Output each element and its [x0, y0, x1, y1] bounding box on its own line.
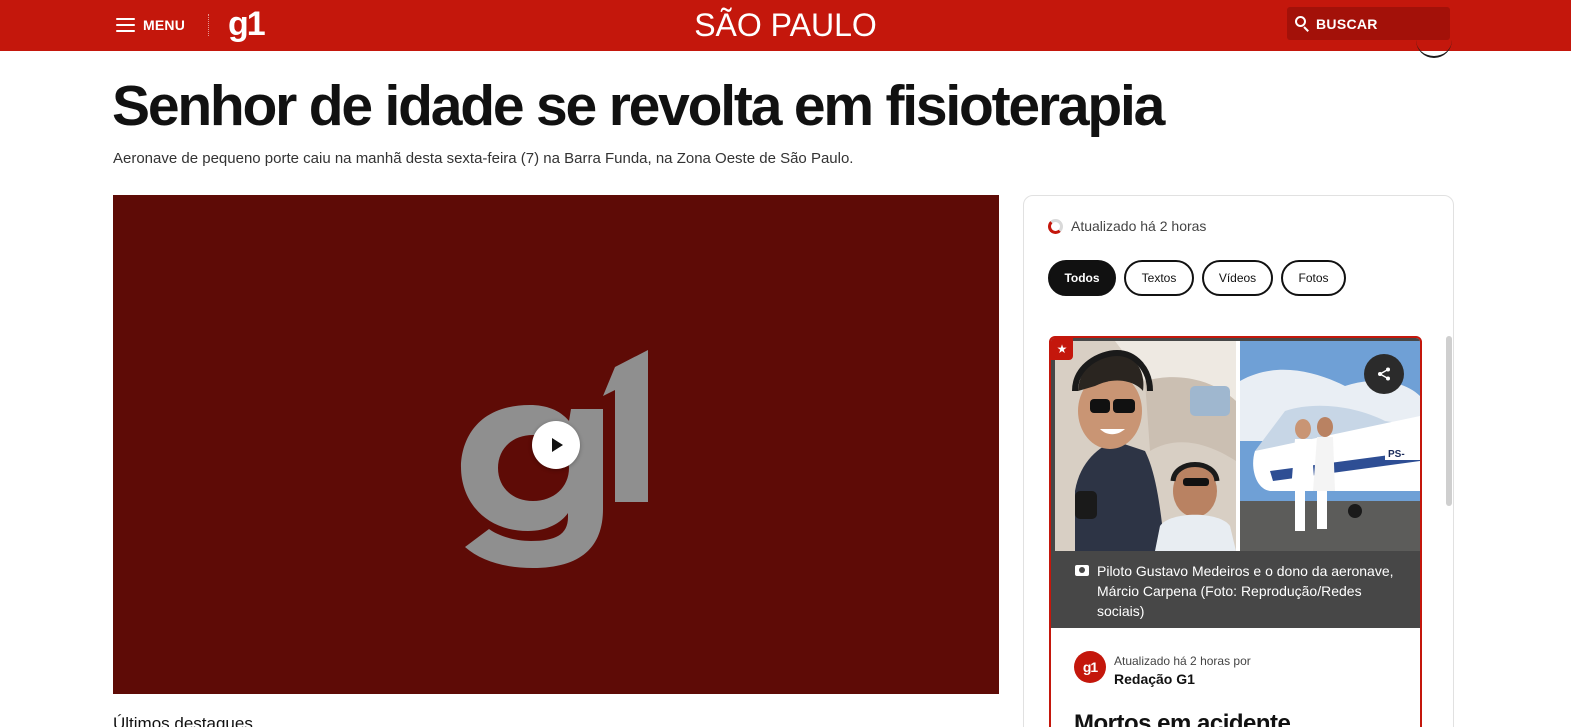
post-media: PS- Piloto Gustavo Medeiros e o dono da …: [1051, 338, 1420, 628]
author-meta: Atualizado há 2 horas por Redação G1: [1114, 651, 1251, 689]
g1-logo[interactable]: g1: [228, 2, 266, 46]
svg-text:PS-: PS-: [1388, 449, 1405, 460]
search-label: BUSCAR: [1316, 15, 1378, 32]
section-title[interactable]: SÃO PAULO: [694, 7, 877, 43]
top-navigation-bar: MENU g1 SÃO PAULO BUSCAR: [0, 0, 1571, 51]
menu-button[interactable]: MENU: [116, 15, 185, 35]
page-title: Senhor de idade se revolta em fisioterap…: [112, 74, 1165, 138]
author-avatar: g1: [1074, 651, 1106, 683]
feed-post: ★ PS- Piloto Gustavo Medeiros e o dono d…: [1049, 336, 1422, 727]
partial-circle-icon: [1416, 30, 1452, 58]
feed-updated-status: Atualizado há 2 horas: [1048, 218, 1206, 234]
hamburger-icon: [116, 18, 135, 32]
latest-highlights-heading: Últimos destaques: [113, 714, 253, 727]
share-button[interactable]: [1364, 354, 1404, 394]
photo-caption-text: Piloto Gustavo Medeiros e o dono da aero…: [1097, 563, 1394, 619]
camera-icon: [1075, 565, 1089, 576]
post-title[interactable]: Mortos em acidente: [1074, 710, 1291, 727]
article-subtitle: Aeronave de pequeno porte caiu na manhã …: [113, 150, 854, 167]
search-icon: [1295, 16, 1310, 32]
author-name: Redação G1: [1114, 671, 1195, 687]
post-author: g1 Atualizado há 2 horas por Redação G1: [1074, 651, 1251, 689]
video-player[interactable]: [113, 195, 999, 694]
header-divider: [208, 14, 209, 36]
feed-scrollbar[interactable]: [1446, 336, 1452, 506]
play-icon: [552, 438, 563, 452]
filter-todos[interactable]: Todos: [1048, 260, 1116, 296]
filter-fotos[interactable]: Fotos: [1281, 260, 1346, 296]
photo-caption: Piloto Gustavo Medeiros e o dono da aero…: [1075, 561, 1395, 621]
menu-label: MENU: [143, 17, 186, 33]
live-feed-panel: Atualizado há 2 horas Todos Textos Vídeo…: [1023, 195, 1454, 727]
filter-videos[interactable]: Vídeos: [1202, 260, 1273, 296]
star-icon: ★: [1051, 338, 1073, 360]
filter-textos[interactable]: Textos: [1124, 260, 1194, 296]
play-button[interactable]: [532, 421, 580, 469]
author-updated-time: Atualizado há 2 horas por: [1114, 654, 1251, 668]
share-icon: [1378, 367, 1390, 381]
feed-filter-tabs: Todos Textos Vídeos Fotos: [1048, 260, 1346, 296]
feed-updated-text: Atualizado há 2 horas: [1071, 218, 1207, 234]
live-icon: [1048, 218, 1063, 234]
